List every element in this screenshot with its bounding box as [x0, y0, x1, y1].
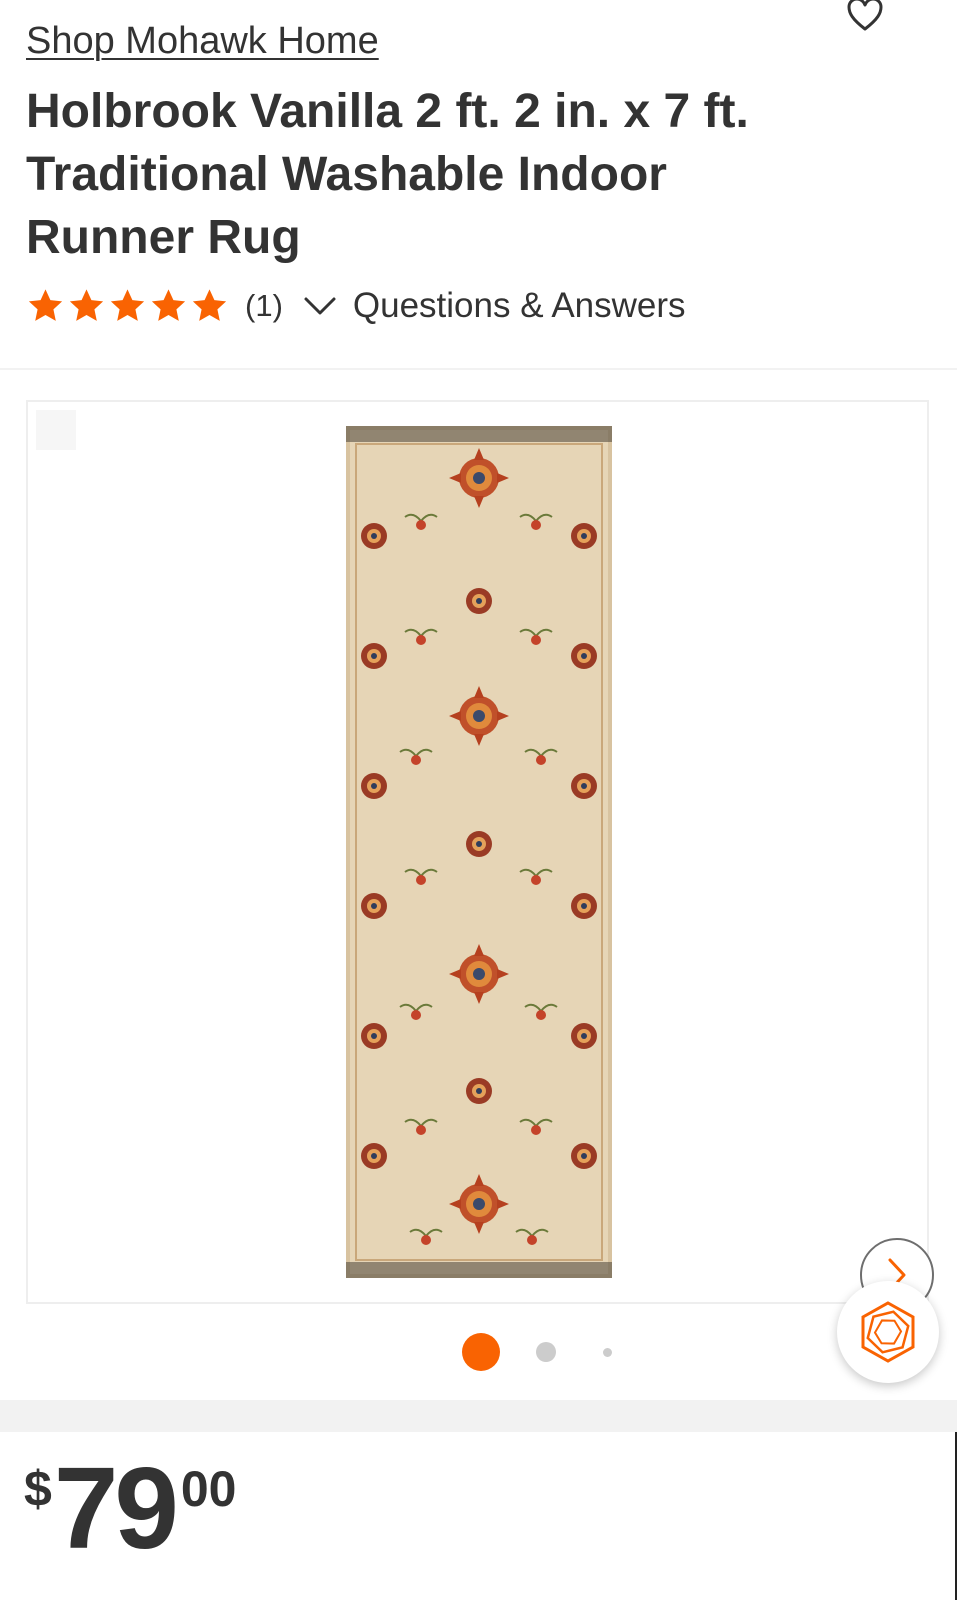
gallery-pagination: [462, 1332, 612, 1372]
product-title: Holbrook Vanilla 2 ft. 2 in. x 7 ft. Tra…: [26, 85, 749, 264]
product-image-rug: [346, 426, 612, 1278]
star-rating[interactable]: [26, 287, 231, 325]
section-divider-band: [0, 1400, 957, 1432]
favorite-button[interactable]: [843, 0, 887, 34]
price-currency-symbol: $: [24, 1461, 52, 1517]
heart-outline-icon: [847, 0, 883, 31]
star-icon: [192, 289, 227, 321]
star-icon: [151, 289, 186, 321]
star-icon: [69, 289, 104, 321]
expand-reviews-toggle[interactable]: [303, 295, 337, 317]
image-placeholder-mark: [36, 410, 76, 450]
hexagon-logo-icon: [861, 1301, 915, 1363]
questions-answers-link[interactable]: Questions & Answers: [353, 286, 686, 326]
star-icon: [110, 289, 145, 321]
pagination-dot[interactable]: [536, 1342, 556, 1362]
price-dollars: 79: [53, 1443, 179, 1573]
pagination-dot-active[interactable]: [462, 1333, 500, 1371]
divider: [0, 368, 957, 370]
rating-row: (1) Questions & Answers: [26, 283, 686, 329]
product-price: $ 79 00: [24, 1443, 237, 1573]
review-count[interactable]: (1): [245, 288, 283, 324]
price-cents: 00: [180, 1461, 237, 1517]
pagination-dot[interactable]: [603, 1347, 612, 1357]
chevron-down-icon: [304, 297, 336, 315]
product-image-gallery[interactable]: [26, 400, 934, 1312]
star-icon: [28, 289, 63, 321]
assistant-button[interactable]: [837, 1281, 939, 1383]
brand-link[interactable]: Shop Mohawk Home: [26, 20, 379, 63]
